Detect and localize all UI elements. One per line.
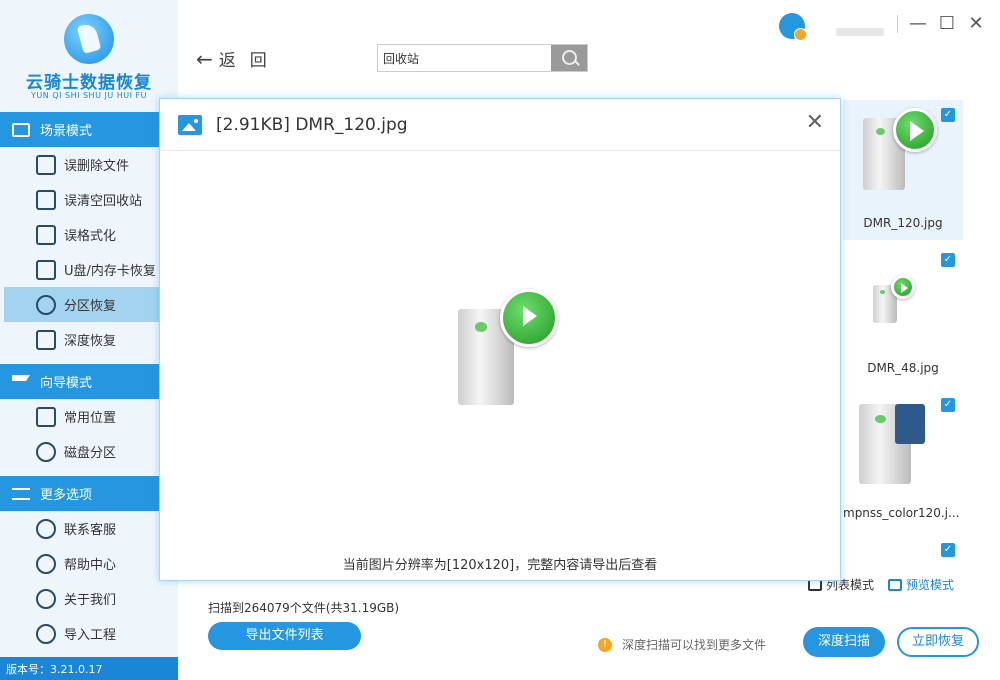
arrow-left-icon: ←	[196, 46, 213, 71]
app-title: 云骑士数据恢复	[26, 73, 152, 93]
section-wizard-mode[interactable]: 向导模式	[0, 364, 160, 399]
export-file-list-button[interactable]: 导出文件列表	[208, 622, 361, 650]
play-icon	[891, 275, 915, 299]
deep-scan-tip: ! 深度扫描可以找到更多文件	[598, 636, 766, 653]
menu-icon	[12, 487, 30, 500]
signpost-icon	[12, 374, 30, 389]
sidebar-item-about-us[interactable]: 关于我们	[4, 581, 160, 616]
sidebar-item-partition[interactable]: 分区恢复	[4, 287, 160, 322]
maximize-button[interactable]: ☐	[937, 14, 957, 34]
sidebar-item-recycle-bin[interactable]: 误清空回收站	[4, 182, 160, 217]
back-button[interactable]: ← 返回	[196, 46, 281, 72]
app-logo: 云骑士数据恢复 YUN QI SHI SHU JU HUI FU	[0, 0, 178, 110]
search-input[interactable]	[378, 45, 551, 71]
user-name-placeholder	[836, 28, 884, 36]
version-label: 版本号：3.21.0.17	[0, 657, 178, 680]
minimize-button[interactable]: —	[908, 14, 928, 34]
thumbnail-name: mpnss_color120.j...	[843, 506, 960, 520]
checkbox-checked[interactable]: ✓	[941, 543, 955, 557]
sidebar: 云骑士数据恢复 YUN QI SHI SHU JU HUI FU 场景模式 误删…	[0, 0, 178, 680]
deep-recovery-icon	[36, 330, 56, 350]
checkbox-checked[interactable]: ✓	[941, 253, 955, 267]
recover-now-button[interactable]: 立即恢复	[897, 627, 979, 657]
play-icon	[500, 289, 558, 347]
checkbox-checked[interactable]: ✓	[941, 108, 955, 122]
thumbnail-item[interactable]: ✓ DMR_120.jpg	[843, 100, 963, 240]
image-icon	[178, 114, 202, 135]
thumbnail-item[interactable]: ✓ mpnss_color120.j...	[843, 390, 963, 530]
sidebar-item-usb-card[interactable]: U盘/内存卡恢复	[4, 252, 160, 287]
warning-icon: !	[598, 637, 612, 652]
format-disk-icon	[36, 225, 56, 245]
close-dialog-button[interactable]: ✕	[806, 111, 824, 135]
sidebar-item-format[interactable]: 误格式化	[4, 217, 160, 252]
close-window-button[interactable]: ✕	[966, 14, 986, 34]
thumbnail-name: DMR_48.jpg	[867, 361, 939, 375]
recycle-bin-icon	[36, 190, 56, 210]
search-button[interactable]	[551, 45, 587, 71]
sd-card-icon	[36, 260, 56, 280]
scan-result-summary: 扫描到264079个文件(共31.19GB)	[208, 601, 400, 615]
deep-scan-button[interactable]: 深度扫描	[803, 627, 885, 657]
sidebar-item-deep-recovery[interactable]: 深度恢复	[4, 322, 160, 357]
app-subtitle: YUN QI SHI SHU JU HUI FU	[31, 91, 147, 100]
preview-image	[442, 289, 562, 409]
sidebar-item-contact-support[interactable]: 联系客服	[4, 511, 160, 546]
thumbnail-item[interactable]: ✓ DMR_48.jpg	[843, 245, 963, 385]
grid-icon	[888, 578, 903, 591]
resolution-note: 当前图片分辨率为[120x120]，完整内容请导出后查看	[342, 558, 658, 573]
logo-icon	[64, 14, 114, 64]
sidebar-item-deleted-files[interactable]: 误删除文件	[4, 147, 160, 182]
play-icon	[893, 108, 937, 152]
deleted-file-icon	[36, 155, 56, 175]
disk-icon	[36, 442, 56, 462]
info-icon	[36, 589, 56, 609]
sidebar-item-import-project[interactable]: 导入工程	[4, 616, 160, 651]
sidebar-item-disk-partition[interactable]: 磁盘分区	[4, 434, 160, 469]
partition-disk-icon	[36, 295, 56, 315]
user-avatar[interactable]	[779, 13, 807, 41]
search-box	[377, 44, 588, 72]
section-scene-mode[interactable]: 场景模式	[0, 112, 160, 147]
dialog-title: [2.91KB] DMR_120.jpg	[216, 114, 408, 135]
sidebar-item-common-locations[interactable]: 常用位置	[4, 399, 160, 434]
windows-icon	[36, 407, 56, 427]
film-music-icon	[895, 404, 925, 444]
sidebar-item-help-center[interactable]: 帮助中心	[4, 546, 160, 581]
help-icon	[36, 554, 56, 574]
phone-icon	[36, 519, 56, 539]
section-more-options[interactable]: 更多选项	[0, 476, 160, 511]
dialog-header: [2.91KB] DMR_120.jpg	[160, 99, 840, 151]
checkbox-checked[interactable]: ✓	[941, 398, 955, 412]
titlebar-divider	[897, 15, 898, 33]
thumbnail-name: DMR_120.jpg	[863, 216, 943, 230]
import-icon	[36, 624, 56, 644]
scene-mode-icon	[12, 122, 30, 137]
thumbnail-item[interactable]: ✓	[843, 535, 963, 565]
preview-dialog: [2.91KB] DMR_120.jpg ✕ 当前图片分辨率为[120x120]…	[159, 98, 841, 581]
preview-mode-button[interactable]: 预览模式	[888, 576, 954, 593]
